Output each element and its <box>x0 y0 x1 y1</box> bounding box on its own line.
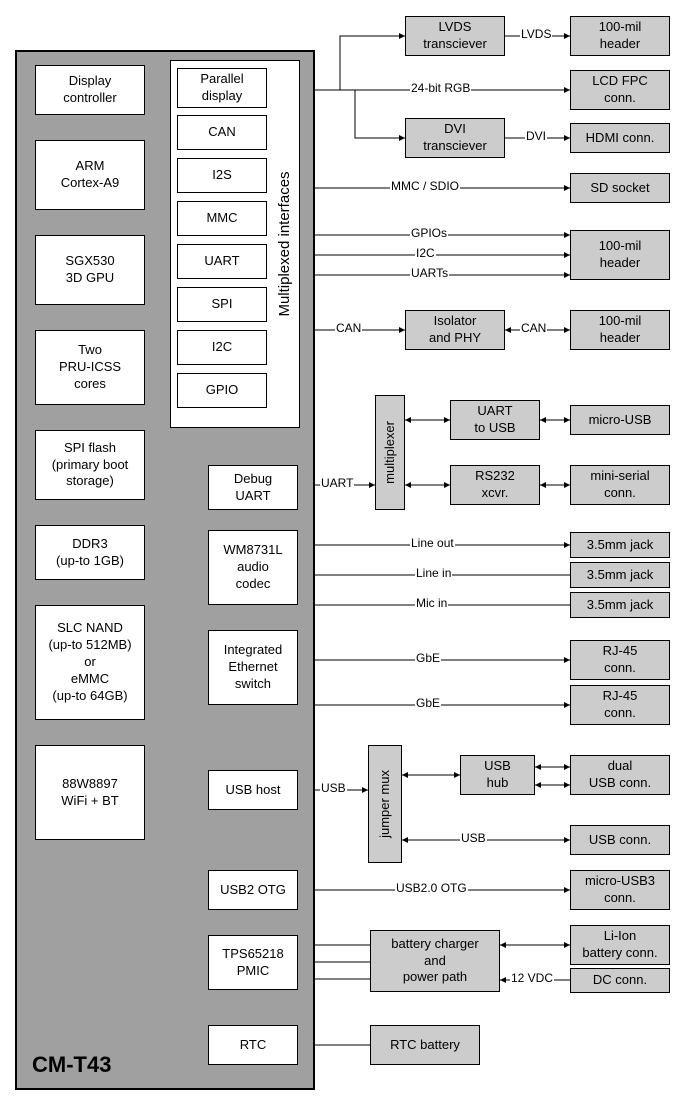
iface-gpio: GPIO <box>177 373 267 408</box>
jumper-mux: jumper mux <box>368 745 402 863</box>
sd-socket: SD socket <box>570 173 670 203</box>
rtc-battery: RTC battery <box>370 1025 480 1065</box>
dual-usb-conn: dualUSB conn. <box>570 755 670 795</box>
label-gbe2: GbE <box>415 696 441 710</box>
nand-emmc: SLC NAND(up-to 512MB)oreMMC(up-to 64GB) <box>35 605 145 720</box>
rj45-2: RJ-45conn. <box>570 685 670 725</box>
iface-can: CAN <box>177 115 267 150</box>
label-dvi: DVI <box>525 129 547 143</box>
label-usb: USB <box>320 781 347 795</box>
label-can: CAN <box>335 321 362 335</box>
micro-usb: micro-USB <box>570 405 670 435</box>
label-mmc-sdio: MMC / SDIO <box>390 179 460 193</box>
ddr3: DDR3(up-to 1GB) <box>35 525 145 580</box>
dc-conn: DC conn. <box>570 968 670 993</box>
wifi-bt: 88W8897WiFi + BT <box>35 745 145 840</box>
label-can2: CAN <box>520 321 547 335</box>
iface-audio-codec: WM8731Laudiocodec <box>208 530 298 605</box>
iface-uart: UART <box>177 244 267 279</box>
mini-serial-conn: mini-serialconn. <box>570 465 670 505</box>
label-line-in: Line in <box>415 566 452 580</box>
iface-eth-switch: IntegratedEthernetswitch <box>208 630 298 705</box>
chip-label: CM-T43 <box>32 1052 111 1078</box>
battery-charger: battery chargerandpower path <box>370 930 500 992</box>
iface-parallel-display: Paralleldisplay <box>177 68 267 108</box>
gpu: SGX5303D GPU <box>35 235 145 305</box>
header-3: 100-milheader <box>570 310 670 350</box>
uart-to-usb: UARTto USB <box>450 400 540 440</box>
mux-label: Multiplexed interfaces <box>276 171 293 316</box>
hdmi-conn: HDMI conn. <box>570 123 670 153</box>
label-i2c: I2C <box>415 246 436 260</box>
label-usb2-otg: USB2.0 OTG <box>395 881 468 895</box>
jack-line-out: 3.5mm jack <box>570 532 670 558</box>
jack-line-in: 3.5mm jack <box>570 562 670 588</box>
iface-rtc: RTC <box>208 1025 298 1065</box>
label-gbe1: GbE <box>415 651 441 665</box>
header-1: 100-milheader <box>570 16 670 56</box>
dvi-transceiver: DVItransciever <box>405 118 505 158</box>
pru-cores: TwoPRU-ICSScores <box>35 330 145 405</box>
label-usb2: USB <box>460 831 487 845</box>
rj45-1: RJ-45conn. <box>570 640 670 680</box>
arm-cpu: ARMCortex-A9 <box>35 140 145 210</box>
lcd-fpc-conn: LCD FPCconn. <box>570 70 670 110</box>
iface-i2c: I2C <box>177 330 267 365</box>
iface-mmc: MMC <box>177 201 267 236</box>
spi-flash: SPI flash(primary bootstorage) <box>35 430 145 500</box>
label-12vdc: 12 VDC <box>510 971 554 985</box>
usb-conn: USB conn. <box>570 825 670 855</box>
iface-usb2-otg: USB2 OTG <box>208 870 298 910</box>
label-uart: UART <box>320 476 354 490</box>
label-lvds: LVDS <box>520 27 552 41</box>
uart-multiplexer: multiplexer <box>375 395 405 510</box>
iface-spi: SPI <box>177 287 267 322</box>
jack-mic-in: 3.5mm jack <box>570 592 670 618</box>
iface-pmic: TPS65218PMIC <box>208 935 298 990</box>
header-2: 100-milheader <box>570 230 670 280</box>
label-uarts: UARTs <box>410 266 449 280</box>
iface-i2s: I2S <box>177 158 267 193</box>
iface-debug-uart: DebugUART <box>208 465 298 510</box>
label-gpios: GPIOs <box>410 226 448 240</box>
lvds-transceiver: LVDStransciever <box>405 16 505 56</box>
micro-usb3-conn: micro-USB3conn. <box>570 870 670 910</box>
rs232-xcvr: RS232xcvr. <box>450 465 540 505</box>
label-rgb: 24-bit RGB <box>410 81 471 95</box>
label-mic-in: Mic in <box>415 596 448 610</box>
iface-usb-host: USB host <box>208 770 298 810</box>
li-ion-conn: Li-Ionbattery conn. <box>570 925 670 965</box>
label-line-out: Line out <box>410 536 455 550</box>
usb-hub: USBhub <box>460 755 535 795</box>
isolator-phy: Isolatorand PHY <box>405 310 505 350</box>
display-controller: Displaycontroller <box>35 65 145 115</box>
